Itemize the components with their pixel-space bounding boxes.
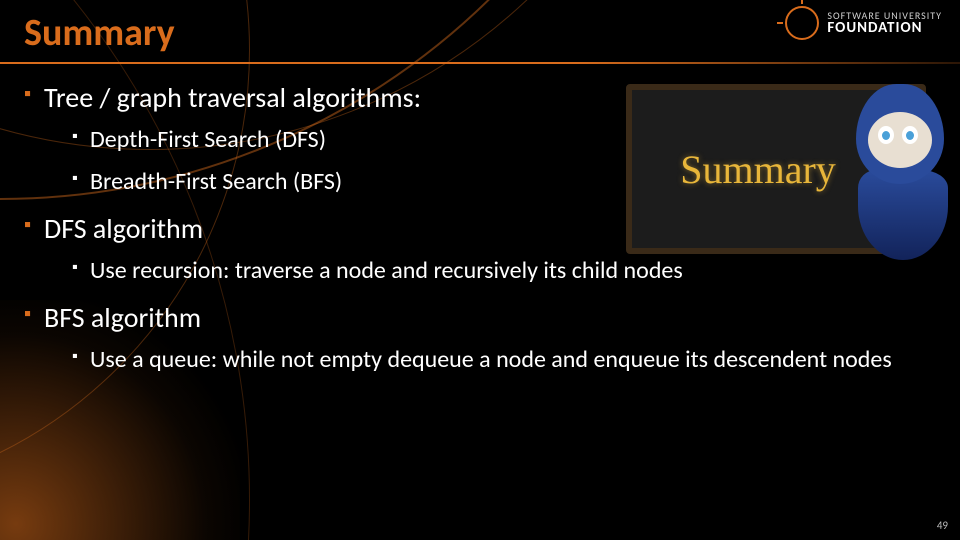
logo: SOFTWARE UNIVERSITY FOUNDATION [785,6,942,40]
bullet-text: Depth-First Search (DFS) [90,125,326,154]
bullet-text: Use a queue: while not empty dequeue a n… [90,345,892,374]
title-underline [0,62,960,64]
bullet-item: Tree / graph traversal algorithms: Depth… [24,80,936,197]
bullet-text: Use recursion: traverse a node and recur… [90,256,683,285]
subbullet-item: Use recursion: traverse a node and recur… [72,256,936,286]
bullet-item: BFS algorithm Use a queue: while not emp… [24,300,936,375]
page-number: 49 [937,519,948,532]
subbullet-item: Breadth-First Search (BFS) [72,167,936,197]
slide: SOFTWARE UNIVERSITY FOUNDATION Summary S… [0,0,960,540]
bullet-item: DFS algorithm Use recursion: traverse a … [24,211,936,286]
bullet-text: BFS algorithm [44,300,201,335]
bullet-text: Breadth-First Search (BFS) [90,167,342,196]
lightbulb-icon [785,6,819,40]
logo-line2: FOUNDATION [827,21,942,36]
subbullet-item: Depth-First Search (DFS) [72,125,936,155]
bullet-text: Tree / graph traversal algorithms: [44,80,421,115]
subbullet-item: Use a queue: while not empty dequeue a n… [72,345,936,375]
bullet-text: DFS algorithm [44,211,203,246]
bullet-list: Tree / graph traversal algorithms: Depth… [24,80,936,375]
